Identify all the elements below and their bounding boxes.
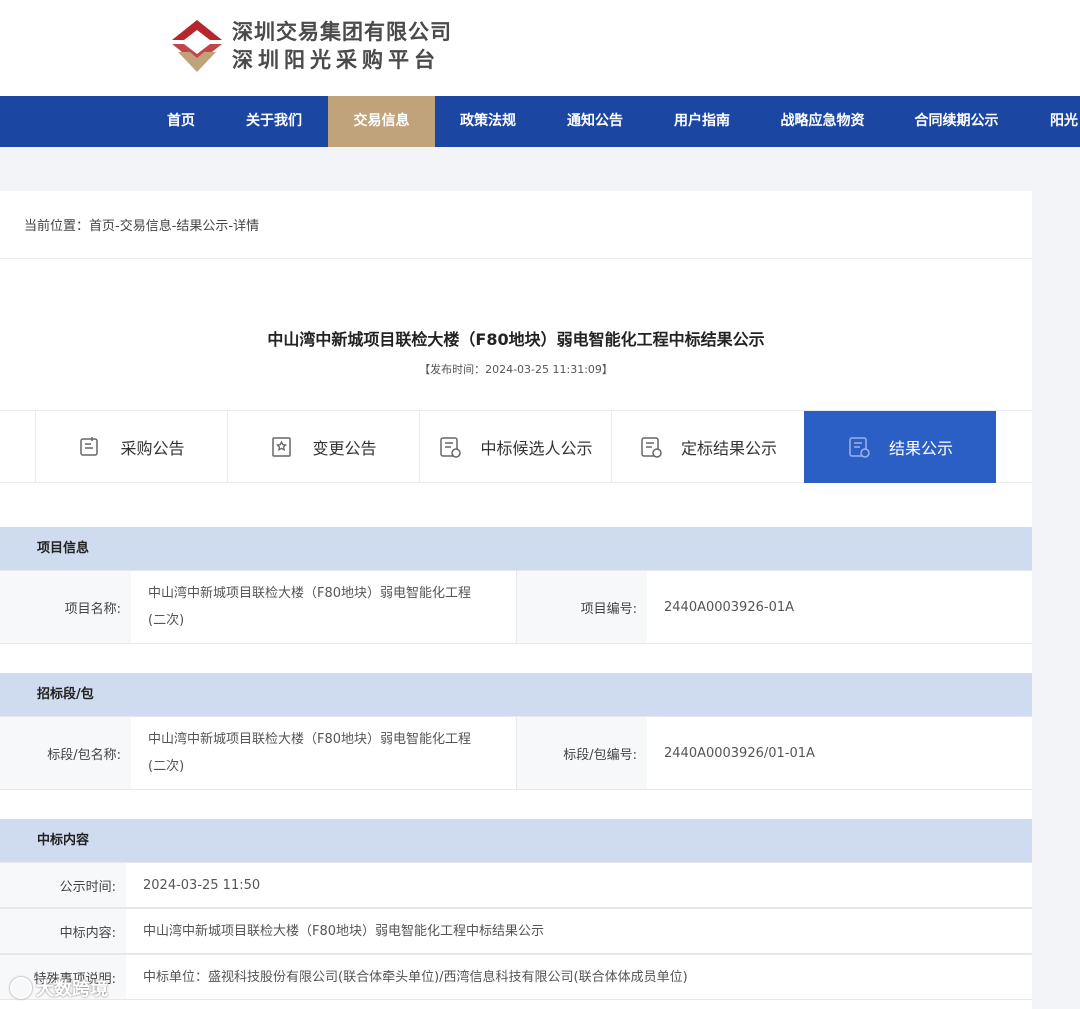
special-notes-value: 中标单位：盛视科技股份有限公司(联合体牵头单位)/西湾信息科技有限公司(联合体体… bbox=[143, 969, 688, 985]
section-heading-project-info: 项目信息 bbox=[0, 527, 1032, 570]
breadcrumb: 当前位置：首页-交易信息-结果公示-详情 bbox=[24, 219, 260, 234]
award-time-label: 公示时间: bbox=[0, 863, 126, 907]
tab-label: 采购公告 bbox=[120, 439, 185, 458]
project-name-label: 项目名称: bbox=[0, 571, 131, 643]
tab-change-notice[interactable]: 变更公告 bbox=[227, 411, 419, 483]
company-logo[interactable] bbox=[170, 18, 224, 74]
bid-code-value: 2440A0003926/01-01A bbox=[664, 745, 815, 761]
award-row: 中标内容: 中山湾中新城项目联检大楼（F80地块）弱电智能化工程中标结果公示 bbox=[0, 908, 1032, 954]
nav-item-policy[interactable]: 政策法规 bbox=[448, 96, 528, 147]
nav-item-strategic-supplies[interactable]: 战略应急物资 bbox=[770, 96, 875, 147]
tab-label: 定标结果公示 bbox=[680, 439, 777, 458]
award-row: 公示时间: 2024-03-25 11:50 bbox=[0, 862, 1032, 908]
nav-item-trade-info[interactable]: 交易信息 bbox=[328, 96, 435, 147]
nav-item-home[interactable]: 首页 bbox=[146, 96, 216, 147]
nav-item-contract-renewal[interactable]: 合同续期公示 bbox=[904, 96, 1009, 147]
document-icon bbox=[80, 437, 99, 456]
publish-time: 【发布时间：2024-03-25 11:31:09】 bbox=[419, 363, 613, 376]
project-name-value: 中山湾中新城项目联检大楼（F80地块）弱电智能化工程 (二次) bbox=[148, 571, 508, 643]
content-card: 当前位置：首页-交易信息-结果公示-详情 中山湾中新城项目联检大楼（F80地块）… bbox=[0, 191, 1032, 1009]
award-content-value: 中山湾中新城项目联检大楼（F80地块）弱电智能化工程中标结果公示 bbox=[143, 923, 545, 939]
award-row: 特殊事项说明: 中标单位：盛视科技股份有限公司(联合体牵头单位)/西湾信息科技有… bbox=[0, 954, 1032, 1000]
tab-candidate-notice[interactable]: 中标候选人公示 bbox=[419, 411, 611, 483]
project-info-row: 项目名称: 中山湾中新城项目联检大楼（F80地块）弱电智能化工程 (二次) 项目… bbox=[0, 570, 1032, 644]
section-heading-award: 中标内容 bbox=[0, 819, 1032, 862]
company-name: 深圳交易集团有限公司 bbox=[232, 20, 452, 44]
bid-name-line1: 中山湾中新城项目联检大楼（F80地块）弱电智能化工程 bbox=[148, 732, 472, 747]
nav-item-about[interactable]: 关于我们 bbox=[234, 96, 314, 147]
platform-name: 深圳阳光采购平台 bbox=[232, 48, 440, 72]
tab-label: 中标候选人公示 bbox=[480, 439, 593, 458]
page-title: 中山湾中新城项目联检大楼（F80地块）弱电智能化工程中标结果公示 bbox=[267, 330, 765, 349]
result-document-icon bbox=[849, 437, 870, 458]
tab-result-notice[interactable]: 结果公示 bbox=[804, 411, 996, 483]
bid-name-line2: (二次) bbox=[148, 759, 185, 774]
project-code-label: 项目编号: bbox=[517, 571, 647, 643]
nav-item-notices[interactable]: 通知公告 bbox=[555, 96, 635, 147]
watermark-text: 大数跨境 bbox=[36, 979, 108, 1000]
nav-item-guide[interactable]: 用户指南 bbox=[662, 96, 742, 147]
tab-procurement-notice[interactable]: 采购公告 bbox=[35, 411, 227, 483]
nav-item-sunshine[interactable]: 阳光 bbox=[1040, 96, 1080, 147]
watermark: 大数跨境 bbox=[10, 975, 108, 1001]
main-nav: 首页 关于我们 交易信息 政策法规 通知公告 用户指南 战略应急物资 合同续期公… bbox=[0, 96, 1080, 147]
award-content-label: 中标内容: bbox=[0, 909, 126, 953]
divider bbox=[0, 258, 1032, 259]
tab-label: 变更公告 bbox=[312, 439, 377, 458]
edit-document-icon bbox=[272, 437, 292, 457]
project-name-line2: (二次) bbox=[148, 613, 185, 628]
bid-name-value: 中山湾中新城项目联检大楼（F80地块）弱电智能化工程 (二次) bbox=[148, 717, 508, 789]
notice-tabs: 采购公告 变更公告 中标候选人公示 定标结果公示 结果公示 bbox=[0, 410, 1032, 483]
watermark-icon bbox=[10, 977, 32, 999]
logo-text: 深圳交易集团有限公司 深圳阳光采购平台 bbox=[232, 18, 452, 74]
section-heading-bid-section: 招标段/包 bbox=[0, 673, 1032, 716]
bid-name-label: 标段/包名称: bbox=[0, 717, 131, 789]
list-document-icon bbox=[440, 437, 462, 458]
bid-code-label: 标段/包编号: bbox=[517, 717, 647, 789]
project-name-line1: 中山湾中新城项目联检大楼（F80地块）弱电智能化工程 bbox=[148, 586, 472, 601]
project-code-value: 2440A0003926-01A bbox=[664, 599, 794, 615]
tab-label: 结果公示 bbox=[888, 439, 953, 458]
site-header: 深圳交易集团有限公司 深圳阳光采购平台 bbox=[0, 0, 1080, 96]
list-document-icon bbox=[641, 437, 662, 458]
award-time-value: 2024-03-25 11:50 bbox=[143, 877, 261, 893]
bid-section-row: 标段/包名称: 中山湾中新城项目联检大楼（F80地块）弱电智能化工程 (二次) … bbox=[0, 716, 1032, 790]
tab-award-decision-notice[interactable]: 定标结果公示 bbox=[611, 411, 804, 483]
